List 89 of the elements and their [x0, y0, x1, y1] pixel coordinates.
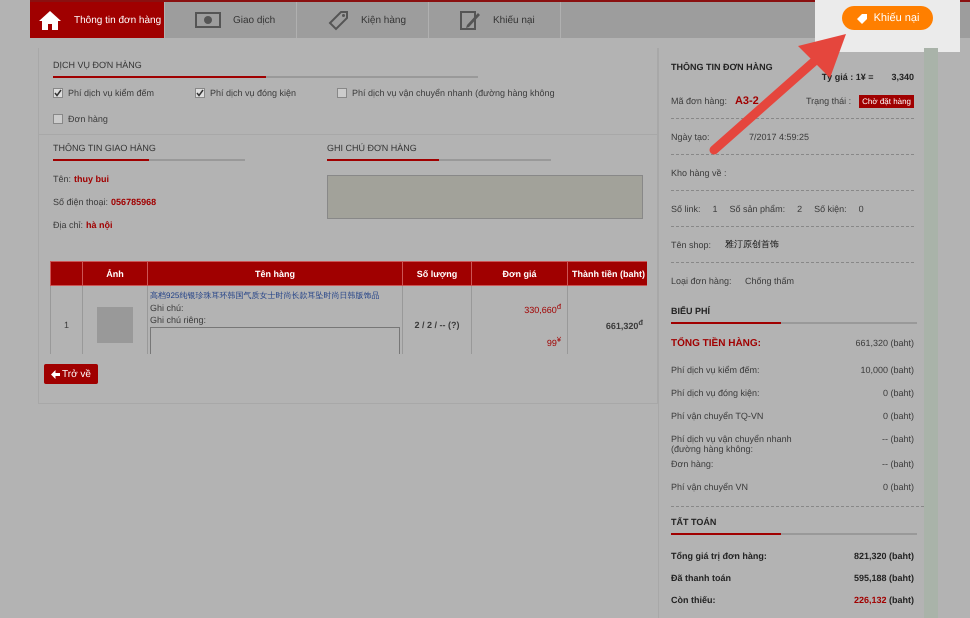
checkbox-label: Phí dịch vụ kiểm đếm — [68, 88, 154, 98]
shop-name: 雅汀原创首饰 — [725, 238, 779, 251]
price-value: 99$^{¥}$ — [546, 334, 561, 348]
order-type: Chống thấm — [745, 276, 794, 286]
field-label: Số kiện: — [814, 204, 847, 214]
fee-label: Phí vận chuyển TQ-VN — [671, 411, 764, 423]
note-field[interactable] — [327, 175, 643, 219]
summary-label: Tổng giá trị đơn hàng: — [671, 551, 767, 561]
amount-value: 595,188 — [854, 573, 886, 583]
currency-unit: (baht) — [888, 551, 914, 561]
fee-value: 10,000 (baht) — [860, 365, 914, 377]
status-badge: Chờ đặt hàng — [859, 94, 914, 108]
home-icon — [38, 9, 62, 31]
column-header: Số lượng — [402, 262, 472, 286]
checkbox-label: Phí dịch vụ đóng kiện — [210, 88, 296, 98]
checkbox[interactable] — [53, 88, 63, 98]
field-label: Địa chỉ: — [53, 220, 84, 230]
field-label: Mã đơn hàng: — [671, 96, 727, 106]
fee-value: 0 (baht) — [882, 482, 914, 494]
column-header: Ảnh — [82, 262, 148, 286]
field-label: Kho hàng về : — [671, 168, 727, 178]
complaint-button[interactable]: Khiếu nại — [842, 6, 933, 30]
field-label: Tên shop: — [671, 240, 712, 250]
summary-label: Đã thanh toán — [671, 573, 731, 583]
summary-label: Còn thiếu: — [671, 595, 716, 605]
tag-icon — [856, 12, 868, 24]
field-label: Số link: — [671, 204, 701, 214]
fee-label: Phí vận chuyển VN — [671, 482, 750, 494]
count-value: 2 — [797, 204, 802, 214]
fee-value: 0 (baht) — [882, 411, 914, 423]
field-label: Ngày tạo: — [671, 132, 711, 142]
checkbox-label: Phí dịch vụ vận chuyển nhanh (đường hàng không — [352, 88, 555, 98]
arrow-left-icon — [51, 370, 60, 378]
column-header: Thành tiền (baht) — [568, 262, 647, 286]
photo-placeholder — [97, 306, 133, 342]
fee-value: -- (baht) — [882, 459, 914, 471]
amount-value: 226,132 — [854, 595, 886, 605]
amount-value: 821,320 — [854, 551, 886, 561]
table-header — [50, 262, 82, 286]
section-title: BIỂU PHÍ — [671, 306, 712, 318]
section-title: DỊCH VỤ ĐƠN HÀNG — [53, 60, 143, 72]
column-header: Tên hàng — [148, 262, 402, 286]
field-label: Tên: — [53, 174, 72, 184]
section-title: THÔNG TIN GIAO HÀNG — [53, 143, 157, 155]
checkbox[interactable] — [195, 88, 205, 98]
rate-value: 3,340 — [891, 72, 914, 82]
count-value: 0 — [858, 204, 864, 214]
field-label: Loại đơn hàng: — [671, 276, 732, 286]
field-value: 056785968 — [111, 197, 156, 207]
banknote-icon — [195, 11, 221, 29]
field-value: thuy bui — [74, 174, 110, 184]
fee-label: Phí dịch vụ vận chuyển nhanh (đường hàng không: — [671, 434, 793, 454]
fee-value: 0 (baht) — [882, 388, 914, 400]
fee-value: -- (baht) — [882, 434, 914, 446]
field-label: Số điện thoại: — [53, 197, 108, 207]
fee-label: Đơn hàng: — [671, 459, 714, 471]
checkbox[interactable] — [53, 114, 63, 124]
order-code: A3-2 — [734, 95, 759, 107]
back-button[interactable]: Trở về — [44, 364, 98, 384]
check-icon — [196, 89, 204, 97]
tab[interactable]: Kiện hàng — [297, 2, 429, 38]
currency-unit: (baht) — [888, 595, 914, 605]
check-icon — [54, 89, 62, 97]
section-title: GHI CHÚ ĐƠN HÀNG — [327, 143, 418, 155]
section-title: TẤT TOÁN — [671, 517, 718, 529]
fee-label: Phí dịch vụ kiểm đếm: — [671, 365, 761, 377]
created-date: 7/2017 4:59:25 — [748, 132, 810, 142]
tab[interactable]: Khiếu nại — [429, 2, 561, 38]
field-label: Trạng thái : — [806, 96, 852, 106]
fee-label: Phí dịch vụ đóng kiện: — [671, 388, 761, 400]
product-link[interactable]: 高档925纯银珍珠耳环韩国气质女士时尚长款耳坠时尚日韩版饰品 — [150, 290, 400, 301]
note-label: Ghi chú riêng: — [150, 314, 208, 325]
checkbox-label: Đơn hàng — [68, 114, 108, 124]
section-title: THÔNG TIN ĐƠN HÀNG — [671, 62, 774, 72]
checkbox[interactable] — [337, 88, 347, 98]
tab[interactable]: Thông tin đơn hàng — [30, 2, 165, 38]
fee-value: 661,320 (baht) — [855, 338, 914, 350]
pencil-document-icon — [459, 9, 481, 31]
count-value: 1 — [712, 204, 718, 214]
tab[interactable]: Giao dịch — [165, 2, 297, 38]
tag-icon — [327, 9, 349, 31]
column-header: Đơn giá — [472, 262, 568, 286]
field-value: hà nội — [86, 220, 113, 230]
total-label: TỔNG TIỀN HÀNG: — [671, 338, 762, 351]
price-value: 330,660$^{đ}$ — [523, 302, 561, 316]
note-label: Ghi chú: — [150, 302, 185, 313]
field-label: Số sản phẩm: — [730, 204, 786, 214]
private-note-field[interactable] — [150, 327, 400, 354]
currency-unit: (baht) — [888, 573, 914, 583]
